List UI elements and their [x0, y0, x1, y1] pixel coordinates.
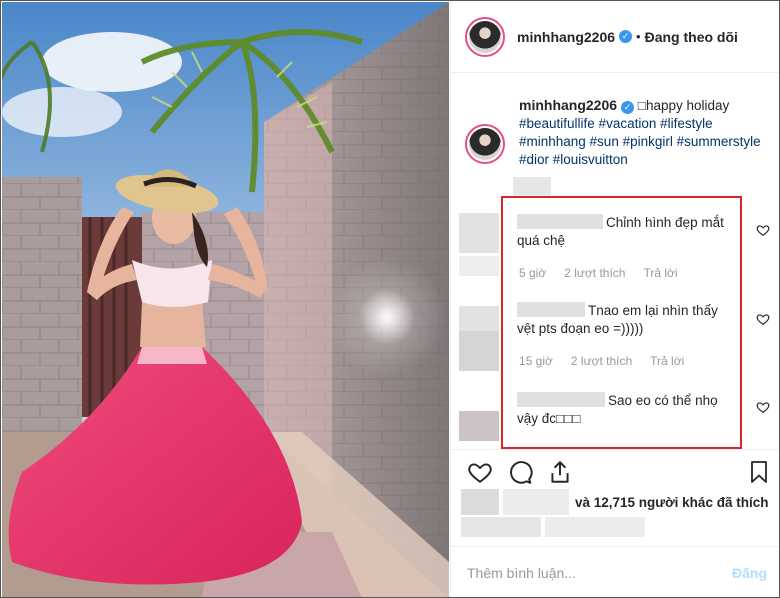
comment-time[interactable]: 15 giờ	[519, 354, 553, 368]
comment-heart-icon[interactable]	[756, 400, 770, 414]
share-icon[interactable]	[547, 459, 573, 485]
heart-icon[interactable]	[467, 459, 493, 485]
comment-item: Tnao em lại nhìn thấy vệt pts đoạn eo =)…	[517, 302, 727, 338]
bookmark-icon[interactable]	[747, 459, 771, 485]
likes-summary: và 12,715 người khác đã thích	[461, 489, 768, 515]
post-photo[interactable]	[2, 2, 449, 597]
comment-item: Sao eo có thể nhọ vậy đc□□□	[517, 392, 727, 428]
comment-meta: 15 giờ 2 lượt thích Trả lời	[519, 354, 702, 368]
reply-button[interactable]: Trả lời	[650, 354, 684, 368]
comment-likes[interactable]: 2 lượt thích	[564, 266, 625, 280]
caption-text-block: minhhang2206 ✓ □happy holiday #beautifull…	[519, 96, 770, 169]
comment-item: Chỉnh hình đẹp mắt quá chệ	[517, 214, 727, 250]
following-button[interactable]: Đang theo dõi	[645, 29, 738, 45]
caption-username-link[interactable]: minhhang2206	[519, 97, 617, 113]
comment-heart-icon[interactable]	[756, 223, 770, 237]
action-bar	[451, 449, 779, 491]
redacted-username	[517, 392, 605, 407]
comment-heart-icon[interactable]	[756, 312, 770, 326]
comment-likes[interactable]: 2 lượt thích	[571, 354, 632, 368]
username-link[interactable]: minhhang2206	[517, 29, 615, 45]
post-caption: minhhang2206 ✓ □happy holiday #beautifull…	[465, 96, 770, 169]
instagram-post-window: minhhang2206 ✓ • Đang theo dõi minhhang2…	[0, 0, 780, 598]
redacted-liker-avatars	[461, 489, 499, 515]
comment-meta: 5 giờ 2 lượt thích Trả lời	[519, 266, 696, 280]
caption-avatar[interactable]	[465, 124, 505, 164]
reply-button[interactable]: Trả lời	[643, 266, 677, 280]
redacted-username	[517, 302, 585, 317]
comment-input[interactable]	[467, 565, 732, 581]
redacted-block	[513, 177, 551, 195]
highlighted-comments-box: Chỉnh hình đẹp mắt quá chệ 5 giờ 2 lượt t…	[501, 196, 742, 449]
post-header: minhhang2206 ✓ • Đang theo dõi	[451, 1, 779, 73]
caption-hashtags[interactable]: #beautifullife #vacation #lifestyle #min…	[519, 116, 761, 167]
redacted-liker-name	[503, 489, 569, 515]
add-comment-bar: Đăng	[451, 546, 779, 597]
verified-badge-icon: ✓	[621, 101, 635, 114]
avatar[interactable]	[465, 16, 505, 57]
redacted-username	[517, 214, 603, 229]
post-details-panel: minhhang2206 ✓ • Đang theo dõi minhhang2…	[450, 1, 779, 597]
separator-dot: •	[636, 29, 641, 44]
comment-icon[interactable]	[507, 459, 533, 485]
likes-count-text[interactable]: và 12,715 người khác đã thích	[575, 495, 768, 510]
comment-time[interactable]: 5 giờ	[519, 266, 546, 280]
caption-text: □happy holiday	[637, 98, 730, 113]
verified-badge-icon: ✓	[619, 30, 633, 43]
post-comment-button[interactable]: Đăng	[732, 565, 767, 581]
redacted-block	[545, 517, 645, 537]
post-photo-illustration	[2, 2, 449, 597]
redacted-block	[461, 517, 541, 537]
